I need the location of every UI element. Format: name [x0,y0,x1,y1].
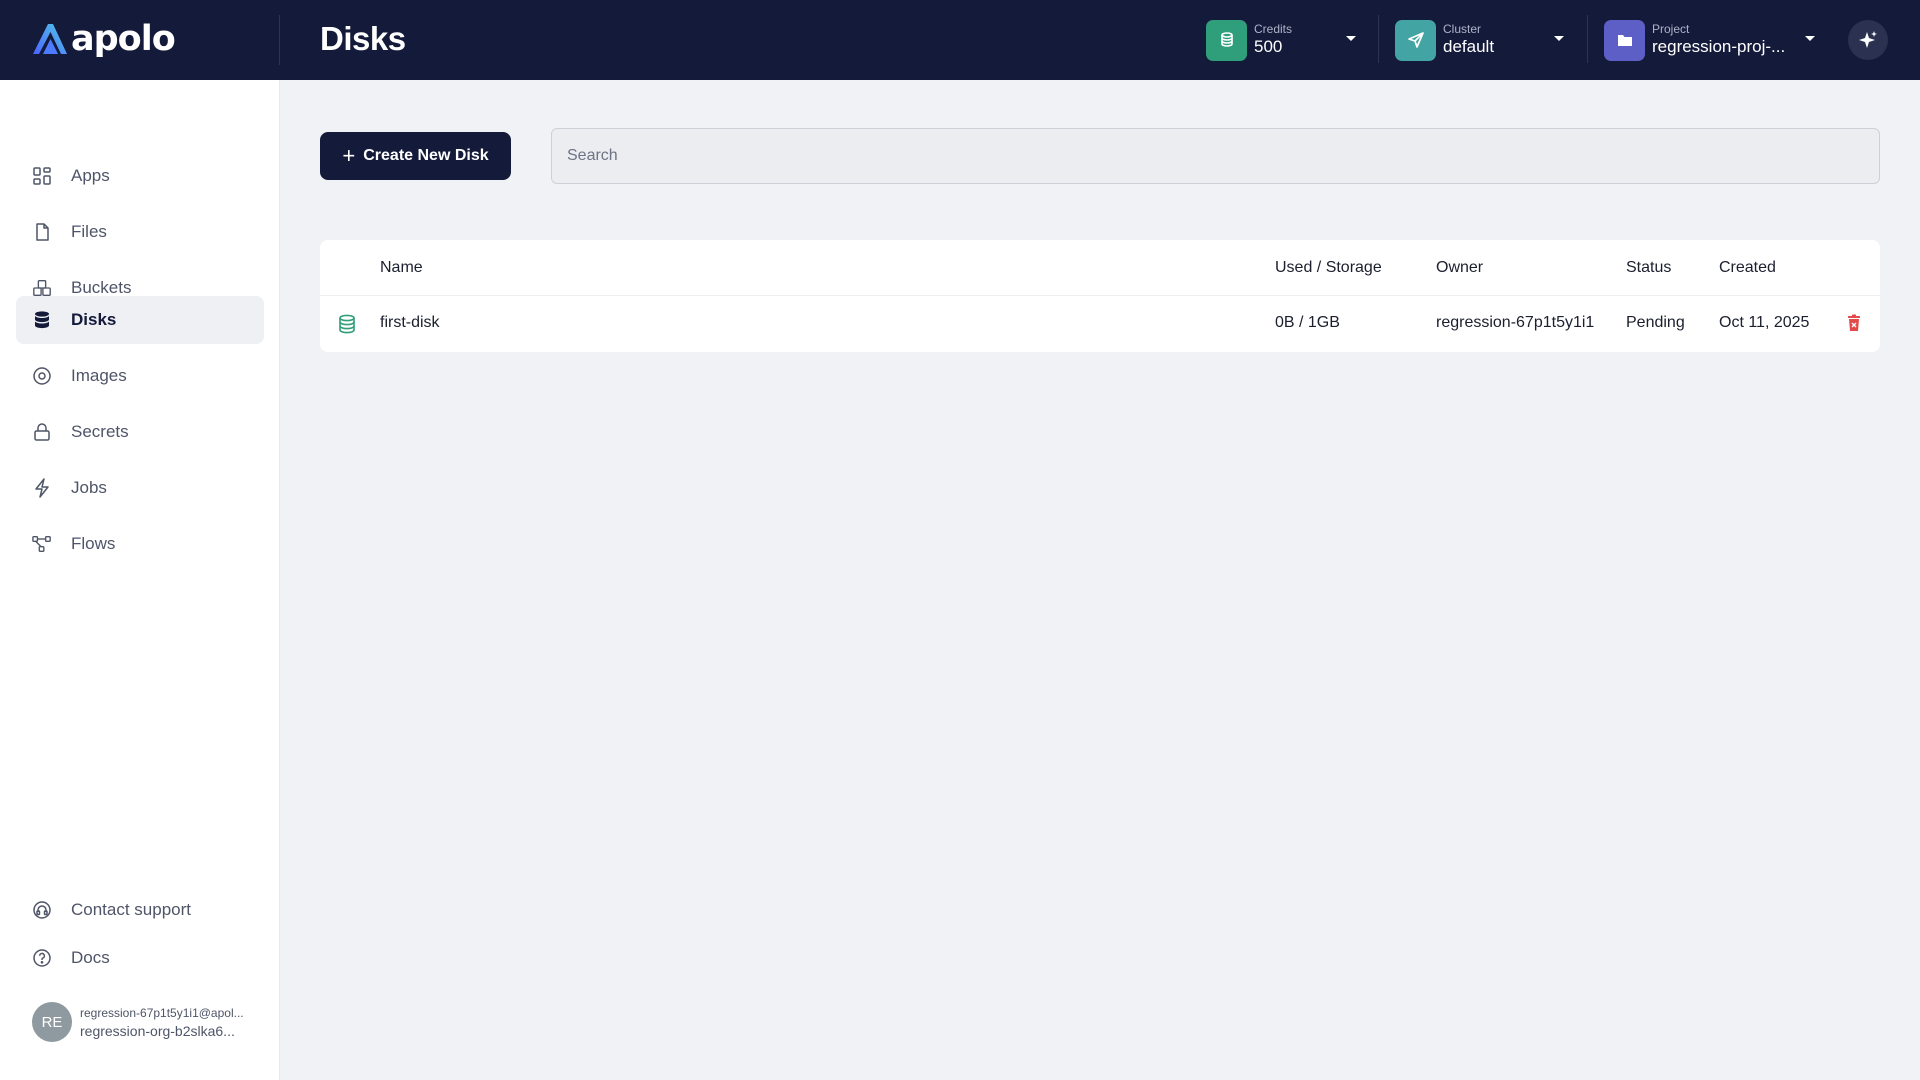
cluster-label: Cluster [1443,22,1482,36]
user-account[interactable]: RE regression-67p1t5y1i1@apol... regress… [32,1002,244,1042]
contact-support-label: Contact support [71,900,192,919]
avatar: RE [32,1002,72,1042]
sidebar-item-label: Buckets [71,278,132,297]
send-icon [1395,19,1436,61]
sidebar-item-images[interactable]: Images [16,352,264,400]
sidebar-item-apps[interactable]: Apps [16,152,264,200]
sidebar-item-jobs[interactable]: Jobs [16,464,264,512]
sidebar-item-label: Secrets [71,422,129,441]
search-input[interactable] [551,128,1880,184]
column-header-name[interactable]: Name [380,259,423,277]
cluster-value: default [1443,37,1495,56]
column-header-created[interactable]: Created [1719,259,1776,277]
sidebar-item-flows[interactable]: Flows [16,520,264,568]
apolo-logo[interactable]: apolo [31,19,176,59]
folder-icon [1604,19,1645,61]
header-divider [1587,15,1588,63]
docs-label: Docs [71,948,110,967]
project-value: regression-proj-... [1652,37,1786,56]
sidebar-item-label: Disks [71,310,117,329]
logo-text: apolo [71,19,176,59]
disk-name[interactable]: first-disk [380,314,440,332]
top-bar: apolo Disks Credits 500 Cluster default … [0,0,1920,80]
docs-link[interactable]: Docs [16,934,264,982]
help-circle-icon [32,948,52,968]
header-divider [1378,15,1379,63]
sidebar-item-label: Apps [71,166,110,185]
disk-status: Pending [1626,314,1685,331]
sidebar-item-secrets[interactable]: Secrets [16,408,264,456]
credits-selector[interactable]: Credits 500 [1206,19,1386,61]
create-new-disk-label: Create New Disk [363,147,489,164]
lightning-icon [32,478,52,498]
credits-label: Credits [1254,22,1293,36]
file-icon [32,222,52,242]
delete-trash-icon[interactable] [1844,313,1864,333]
chevron-down-icon [1554,36,1564,41]
lock-icon [32,422,52,442]
disk-owner: regression-67p1t5y1i1 [1436,314,1595,331]
sidebar-item-disks[interactable]: Disks [16,296,264,344]
headset-icon [32,900,52,920]
chevron-down-icon [1805,36,1815,41]
column-header-owner[interactable]: Owner [1436,259,1483,277]
user-email: regression-67p1t5y1i1@apol... [80,1005,244,1020]
apolo-logo-mark [33,24,67,54]
sidebar-item-files[interactable]: Files [16,208,264,256]
header-divider [279,15,280,65]
chevron-down-icon [1346,36,1356,41]
project-selector[interactable]: Project regression-proj-... [1604,19,1824,61]
sidebar: Apps Files Buckets Disks Images Secrets … [0,80,280,1080]
database-icon [32,310,52,330]
column-header-usage[interactable]: Used / Storage [1275,259,1382,277]
disk-usage: 0B / 1GB [1275,314,1340,331]
plus-icon: + [342,143,356,168]
table-row[interactable]: first-disk 0B / 1GB regression-67p1t5y1i… [320,296,1880,352]
page-title: Disks [320,20,406,57]
disk-created: Oct 11, 2025 [1719,314,1810,331]
sidebar-item-label: Files [71,222,107,241]
credits-value: 500 [1254,37,1283,56]
table-header: Name Used / Storage Owner Status Created [320,240,1880,296]
cluster-selector[interactable]: Cluster default [1395,19,1595,61]
sidebar-item-label: Jobs [71,478,107,497]
flow-icon [32,534,52,554]
sidebar-item-label: Images [71,366,127,385]
create-new-disk-button[interactable]: + Create New Disk [320,132,511,180]
coins-icon [1206,19,1247,61]
disks-table: Name Used / Storage Owner Status Created… [320,240,1880,352]
project-label: Project [1652,22,1690,36]
apps-grid-icon [32,166,52,186]
sidebar-item-label: Flows [71,534,116,553]
database-icon [339,314,355,334]
buckets-icon [32,278,52,298]
user-org: regression-org-b2slka6... [80,1022,235,1039]
image-disc-icon [32,366,52,386]
contact-support-link[interactable]: Contact support [16,886,264,934]
sparkle-icon [1859,31,1877,48]
column-header-status[interactable]: Status [1626,259,1671,277]
ai-assistant-button[interactable] [1848,20,1888,60]
